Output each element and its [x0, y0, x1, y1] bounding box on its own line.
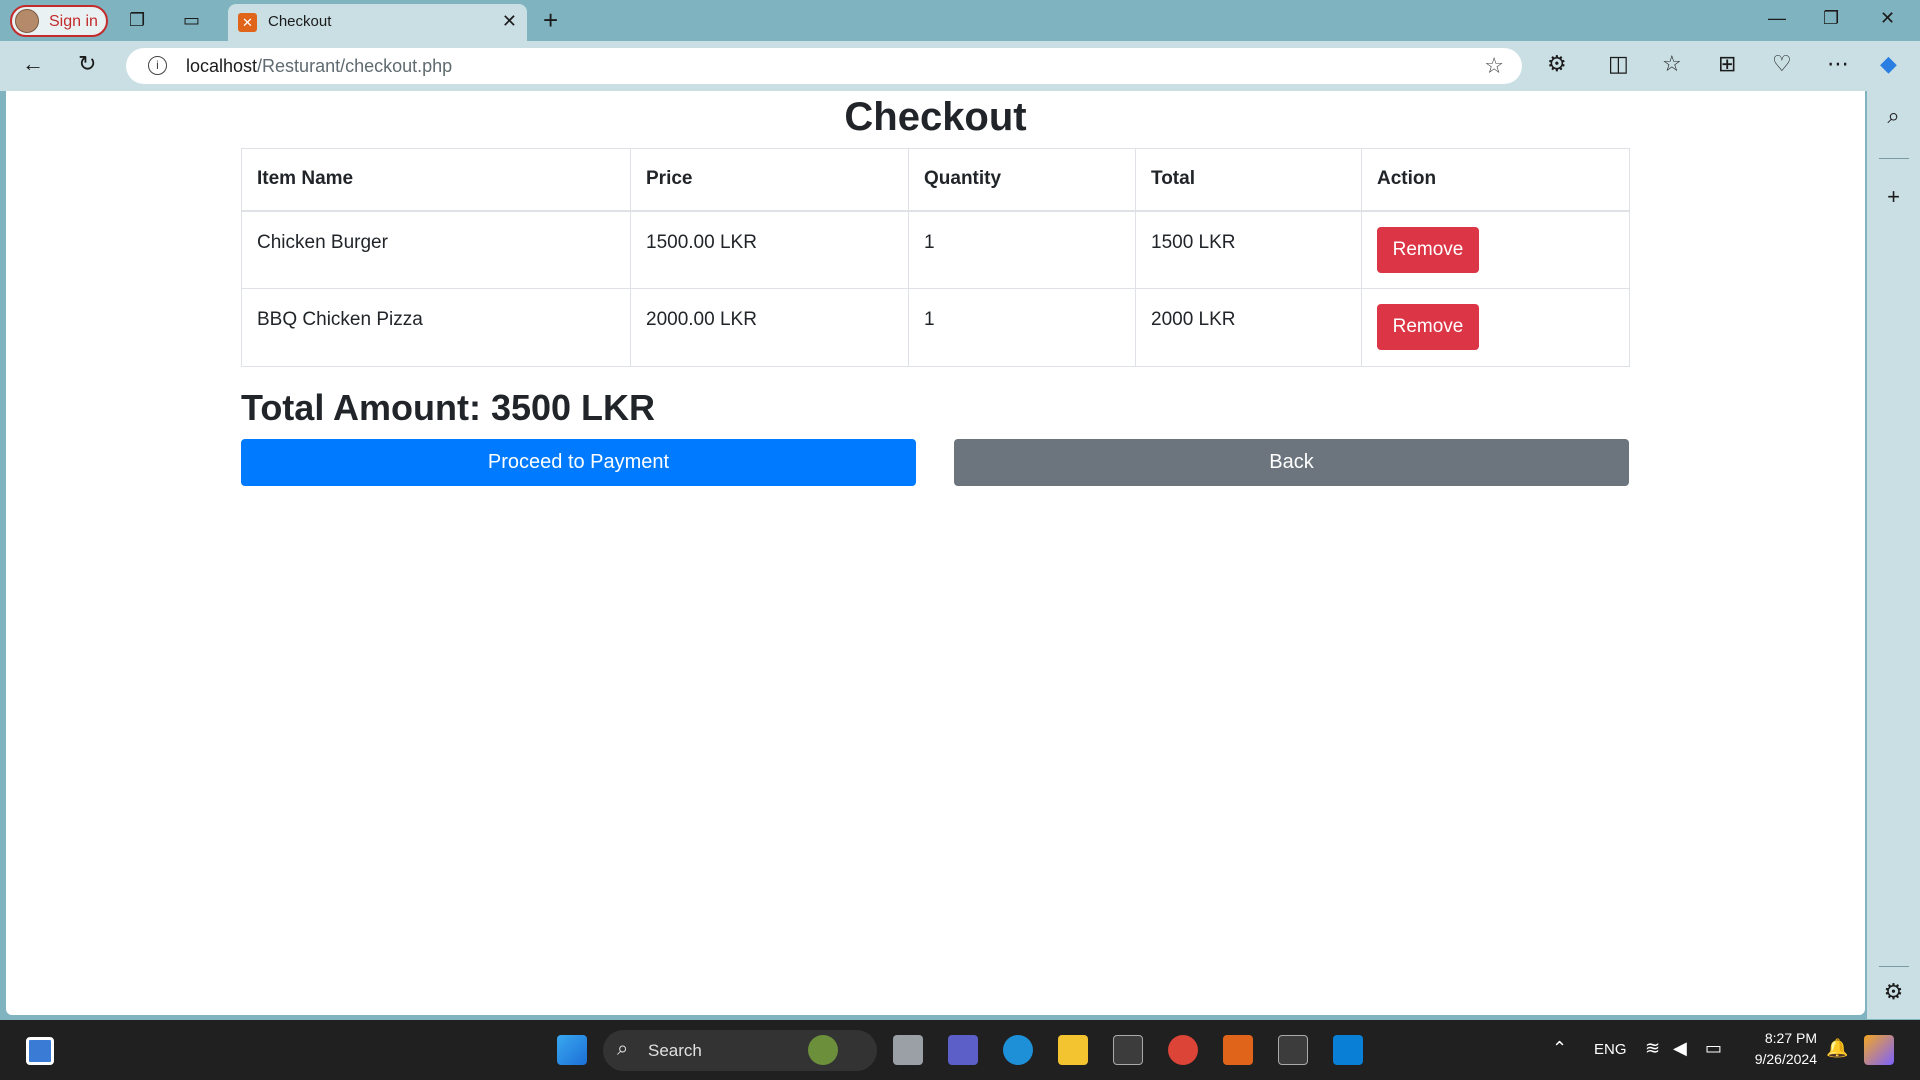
proceed-to-payment-button[interactable]: Proceed to Payment — [241, 439, 916, 486]
table-row: Chicken Burger 1500.00 LKR 1 1500 LKR Re… — [241, 210, 1630, 289]
back-button[interactable]: Back — [954, 439, 1629, 486]
page-title: Checkout — [844, 95, 1027, 139]
vscode-icon[interactable] — [1333, 1035, 1363, 1065]
edge-browser-icon[interactable] — [1003, 1035, 1033, 1065]
edge-sidebar: ⌕ + ⚙ — [1867, 91, 1920, 1019]
item-action-cell: Remove — [1361, 288, 1630, 367]
more-options-icon[interactable]: ⋯ — [1827, 51, 1849, 77]
sidebar-search-icon[interactable]: ⌕ — [1867, 103, 1920, 129]
show-hidden-icons-chevron-icon[interactable]: ⌃ — [1552, 1038, 1567, 1059]
search-highlight-bird-icon — [808, 1035, 838, 1065]
back-arrow-icon[interactable]: ← — [22, 51, 44, 77]
item-quantity-cell: 1 — [908, 288, 1136, 367]
total-amount: Total Amount: 3500 LKR — [241, 387, 656, 428]
url-path: /Resturant/checkout.php — [257, 56, 453, 76]
item-quantity-cell: 1 — [908, 210, 1136, 289]
chrome-icon[interactable] — [1168, 1035, 1198, 1065]
close-tab-icon[interactable]: ✕ — [502, 11, 517, 32]
xampp-favicon-icon: ✕ — [238, 13, 257, 32]
windows-start-icon[interactable] — [557, 1035, 587, 1065]
split-screen-icon[interactable]: ◫ — [1608, 51, 1629, 77]
wifi-icon[interactable]: ≋ — [1645, 1038, 1660, 1059]
profile-avatar-icon — [15, 9, 39, 33]
search-icon: ⌕ — [617, 1038, 629, 1060]
item-name-cell: BBQ Chicken Pizza — [241, 288, 631, 367]
remove-button[interactable]: Remove — [1377, 304, 1479, 350]
item-action-cell: Remove — [1361, 210, 1630, 289]
column-header-total: Total — [1135, 148, 1362, 212]
collections-icon[interactable]: ⊞ — [1718, 51, 1736, 77]
site-info-icon[interactable]: i — [148, 56, 167, 75]
widgets-icon[interactable] — [26, 1037, 54, 1065]
sidebar-settings-gear-icon[interactable]: ⚙ — [1867, 979, 1920, 1005]
sidebar-divider — [1879, 966, 1909, 967]
workspaces-icon[interactable]: ❐ — [129, 10, 145, 30]
item-total-cell: 1500 LKR — [1135, 210, 1362, 289]
table-header-row: Item Name Price Quantity Total Action — [241, 148, 1630, 212]
taskbar-search-box[interactable]: ⌕ Search — [603, 1030, 877, 1071]
column-header-action: Action — [1361, 148, 1630, 212]
tab-checkout[interactable]: ✕ Checkout ✕ — [228, 4, 527, 41]
url-text[interactable]: localhost/Resturant/checkout.php — [186, 56, 452, 77]
sidebar-add-icon[interactable]: + — [1867, 184, 1920, 210]
terminal-icon[interactable] — [1113, 1035, 1143, 1065]
column-header-price: Price — [630, 148, 909, 212]
browser-nav-bar: ← ↻ i localhost/Resturant/checkout.php ☆… — [0, 41, 1920, 91]
item-name-cell: Chicken Burger — [241, 210, 631, 289]
battery-icon[interactable]: ▭ — [1705, 1038, 1722, 1059]
volume-icon[interactable]: ◀ — [1673, 1038, 1687, 1059]
sidebar-divider — [1879, 158, 1909, 159]
item-price-cell: 1500.00 LKR — [630, 210, 909, 289]
tab-actions-icon[interactable]: ▭ — [183, 10, 200, 30]
favorites-icon[interactable]: ☆ — [1662, 51, 1682, 77]
tab-title: Checkout — [268, 13, 332, 30]
extensions-icon[interactable]: ⚙ — [1547, 51, 1567, 77]
url-host: localhost — [186, 56, 258, 76]
browser-tab-bar: Sign in ❐ ▭ ✕ Checkout ✕ + — ❐ ✕ — [0, 0, 1920, 41]
item-total-cell: 2000 LKR — [1135, 288, 1362, 367]
windows-taskbar: ⌕ Search ⌃ ENG ≋ ◀ ▭ 8:27 PM 9/26/2024 🔔 — [0, 1020, 1920, 1080]
xampp-icon[interactable] — [1223, 1035, 1253, 1065]
minimize-icon[interactable]: — — [1768, 8, 1786, 29]
remove-button[interactable]: Remove — [1377, 226, 1479, 273]
taskbar-search-label: Search — [648, 1041, 702, 1060]
copilot-taskbar-icon[interactable] — [1864, 1035, 1894, 1065]
copilot-icon[interactable]: ◆ — [1880, 51, 1897, 77]
favorite-star-icon[interactable]: ☆ — [1484, 53, 1504, 79]
browser-essentials-icon[interactable]: ♡ — [1772, 51, 1792, 77]
item-price-cell: 2000.00 LKR — [630, 288, 909, 367]
close-window-icon[interactable]: ✕ — [1880, 8, 1895, 29]
refresh-icon[interactable]: ↻ — [78, 51, 96, 77]
cart-table: Item Name Price Quantity Total Action Ch… — [241, 148, 1630, 367]
address-bar[interactable]: i localhost/Resturant/checkout.php ☆ — [126, 48, 1522, 84]
task-view-icon[interactable] — [893, 1035, 923, 1065]
restore-icon[interactable]: ❐ — [1823, 8, 1839, 29]
sign-in-button[interactable]: Sign in — [10, 5, 108, 37]
new-tab-icon[interactable]: + — [543, 7, 558, 33]
table-row: BBQ Chicken Pizza 2000.00 LKR 1 2000 LKR… — [241, 288, 1630, 367]
column-header-quantity: Quantity — [908, 148, 1136, 212]
file-explorer-icon[interactable] — [1058, 1035, 1088, 1065]
column-header-item-name: Item Name — [241, 148, 631, 212]
clock-date[interactable]: 9/26/2024 — [1740, 1051, 1817, 1067]
command-prompt-icon[interactable] — [1278, 1035, 1308, 1065]
clock-time[interactable]: 8:27 PM — [1752, 1030, 1817, 1046]
teams-icon[interactable] — [948, 1035, 978, 1065]
notifications-bell-icon[interactable]: 🔔 — [1826, 1038, 1848, 1059]
page-viewport: Checkout Item Name Price Quantity Total … — [6, 91, 1865, 1015]
sign-in-label: Sign in — [49, 13, 98, 30]
language-indicator[interactable]: ENG — [1594, 1041, 1627, 1058]
